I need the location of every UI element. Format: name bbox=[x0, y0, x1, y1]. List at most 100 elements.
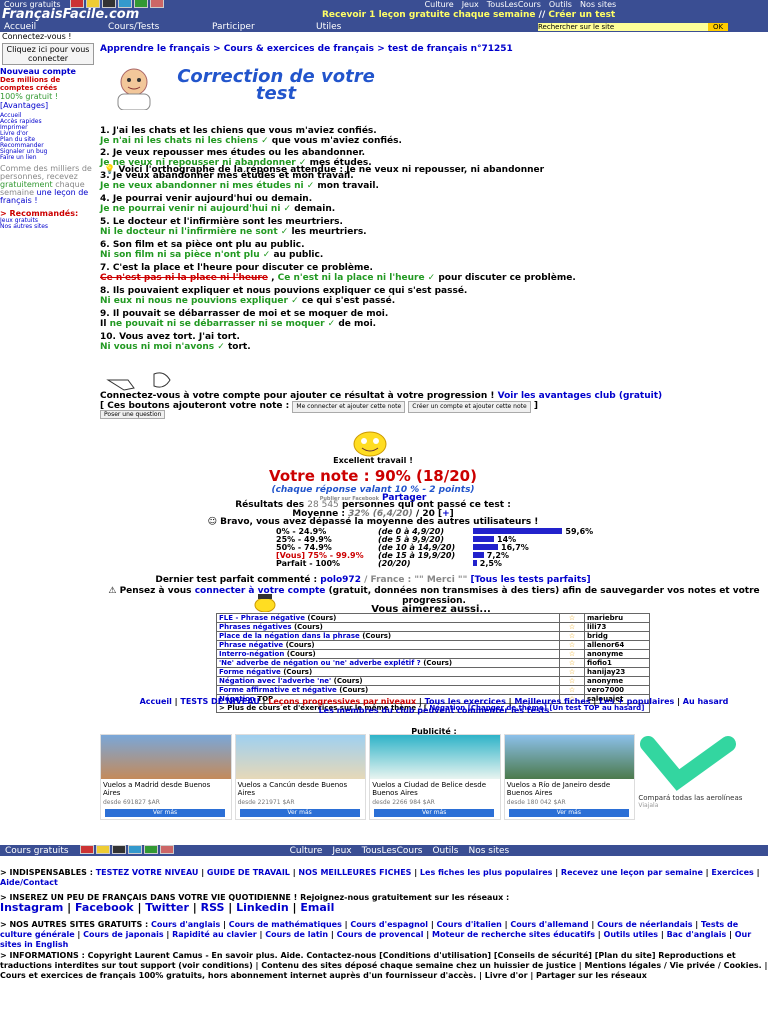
nav-outils[interactable]: Outils bbox=[549, 0, 572, 9]
nav-accueil[interactable]: Accueil bbox=[0, 22, 104, 32]
search-input[interactable]: Rechercher sur le site bbox=[538, 23, 728, 31]
footer-random-link[interactable]: Au hasard bbox=[683, 697, 729, 706]
also-title-link[interactable]: Forme négative bbox=[219, 669, 281, 676]
other-link[interactable]: Cours de japonais bbox=[83, 930, 163, 939]
also-title-link[interactable]: FLE - Phrase négative bbox=[219, 615, 305, 622]
nav-cours-tests[interactable]: Cours/Tests bbox=[104, 22, 208, 32]
social-link[interactable]: Instagram bbox=[0, 901, 63, 914]
indisp-link[interactable]: GUIDE DE TRAVAIL bbox=[207, 868, 290, 877]
indisp-link[interactable]: NOS MEILLEURES FICHES bbox=[298, 868, 411, 877]
indisp-link[interactable]: Recevez une leçon par semaine bbox=[561, 868, 703, 877]
bottom-culture[interactable]: Culture bbox=[290, 846, 323, 856]
flag-nl-icon[interactable] bbox=[159, 844, 174, 854]
other-link[interactable]: Cours de provencal bbox=[337, 930, 424, 939]
ad-cta-button[interactable]: Ver más bbox=[508, 809, 629, 817]
indisp-link[interactable]: Exercices bbox=[711, 868, 753, 877]
footer-progressive-link[interactable]: Leçons progressives par niveaux bbox=[268, 697, 416, 706]
all-perfect-tests-link[interactable]: [Tous les tests parfaits] bbox=[470, 575, 590, 585]
also-title-cell[interactable]: Forme affirmative et négative (Cours) bbox=[216, 685, 560, 695]
flag-fr-icon[interactable] bbox=[127, 844, 142, 854]
bottom-cours-gratuits[interactable]: Cours gratuits bbox=[5, 846, 69, 856]
also-title-cell[interactable]: 'Ne' adverbe de négation ou 'ne' adverbe… bbox=[216, 658, 560, 668]
footer-popular-link[interactable]: Les + populaires bbox=[599, 697, 674, 706]
other-link[interactable]: Cours de latin bbox=[265, 930, 328, 939]
bottom-outils[interactable]: Outils bbox=[432, 846, 458, 856]
ad-card[interactable]: Vuelos a Ciudad de Belice desde Buenos A… bbox=[369, 734, 501, 820]
also-title-link[interactable]: Interro-négation bbox=[219, 651, 284, 658]
other-link[interactable]: Cours d'italien bbox=[437, 920, 502, 929]
other-link[interactable]: Bac d'anglais bbox=[667, 930, 727, 939]
ad-cta-button[interactable]: Ver más bbox=[105, 809, 225, 817]
footer-level-tests-link[interactable]: TESTS DE NIVEAU bbox=[180, 697, 259, 706]
other-link[interactable]: Cours de mathématiques bbox=[229, 920, 342, 929]
ad-card[interactable]: Vuelos a Río de Janeiro desde Buenos Air… bbox=[503, 734, 636, 820]
social-link[interactable]: Linkedin bbox=[236, 901, 289, 914]
nav-culture[interactable]: Culture bbox=[425, 0, 454, 9]
social-link[interactable]: RSS bbox=[201, 901, 225, 914]
ad-card[interactable]: Vuelos a Cancún desde Buenos Aires desde… bbox=[234, 734, 367, 820]
also-row[interactable]: FLE - Phrase négative (Cours) ☆ mariebru bbox=[216, 613, 650, 623]
social-link[interactable]: Email bbox=[300, 901, 334, 914]
also-title-cell[interactable]: Phrase négative (Cours) bbox=[216, 640, 560, 650]
social-link[interactable]: Twitter bbox=[145, 901, 189, 914]
ad-cta-button[interactable]: Ver más bbox=[239, 809, 360, 817]
also-row[interactable]: Interro-négation (Cours) ☆ anonyme bbox=[216, 649, 650, 659]
indisp-link[interactable]: Les fiches les plus populaires bbox=[420, 868, 553, 877]
ad-cta-button[interactable]: Ver más bbox=[374, 809, 495, 817]
advantages-club-link[interactable]: Voir les avantages club (gratuit) bbox=[498, 391, 663, 401]
also-row[interactable]: Phrase négative (Cours) ☆ allenor64 bbox=[216, 640, 650, 650]
also-title-cell[interactable]: Interro-négation (Cours) bbox=[216, 649, 560, 659]
other-link[interactable]: Moteur de recherche sites éducatifs bbox=[432, 930, 595, 939]
also-row[interactable]: Forme affirmative et négative (Cours) ☆ ve… bbox=[216, 685, 650, 695]
new-account-link[interactable]: Nouveau compte bbox=[0, 67, 96, 76]
bottom-flags[interactable] bbox=[79, 844, 175, 857]
flag-it-icon[interactable] bbox=[143, 844, 158, 854]
nav-jeux[interactable]: Jeux bbox=[462, 0, 479, 9]
other-link[interactable]: Cours d'allemand bbox=[510, 920, 588, 929]
nav-tous-les-cours[interactable]: TousLesCours bbox=[487, 0, 541, 9]
also-title-cell[interactable]: Négation avec l'adverbe 'ne' (Cours) bbox=[216, 676, 560, 686]
indisp-link[interactable]: TESTEZ VOTRE NIVEAU bbox=[96, 868, 199, 877]
also-title-link[interactable]: Forme affirmative et négative bbox=[219, 687, 337, 694]
crumb-test[interactable]: test de français n°71251 bbox=[388, 44, 513, 54]
also-row[interactable]: Négation avec l'adverbe 'ne' (Cours) ☆ ano… bbox=[216, 676, 650, 686]
footer-members-link[interactable]: Les membres du club peuvent commenter le… bbox=[319, 706, 550, 715]
flag-nl-icon[interactable] bbox=[149, 0, 164, 8]
also-title-link[interactable]: 'Ne' adverbe de négation ou 'ne' adverbe… bbox=[219, 660, 421, 667]
ad-side[interactable]: Compará todas las aerolíneas Viajala bbox=[638, 734, 768, 820]
also-row[interactable]: 'Ne' adverbe de négation ou 'ne' adverbe… bbox=[216, 658, 650, 668]
also-row[interactable]: Phrases négatives (Cours) ☆ lili73 bbox=[216, 622, 650, 632]
nav-nos-sites[interactable]: Nos sites bbox=[580, 0, 616, 9]
footer-all-exercises-link[interactable]: Tous les exercices bbox=[425, 697, 506, 706]
create-test-link[interactable]: Créer un test bbox=[548, 10, 615, 20]
advantages-link[interactable]: [Avantages] bbox=[0, 101, 96, 110]
also-title-link[interactable]: Phrase négative bbox=[219, 642, 283, 649]
login-add-note-button[interactable]: Me connecter et ajouter cette note bbox=[292, 401, 406, 413]
also-title-cell[interactable]: Forme négative (Cours) bbox=[216, 667, 560, 677]
other-link[interactable]: Cours d'anglais bbox=[151, 920, 220, 929]
receive-lesson-link[interactable]: Recevoir 1 leçon gratuite chaque semaine bbox=[322, 10, 536, 20]
other-link[interactable]: Cours de néerlandais bbox=[597, 920, 692, 929]
also-row[interactable]: Forme négative (Cours) ☆ hanijay23 bbox=[216, 667, 650, 677]
also-title-cell[interactable]: Place de la négation dans la phrase (Cou… bbox=[216, 631, 560, 641]
ask-question-button[interactable]: Poser une question bbox=[100, 410, 166, 419]
bottom-sites[interactable]: Nos sites bbox=[468, 846, 509, 856]
sidebar-link[interactable]: Faire un lien bbox=[0, 155, 96, 161]
also-title-cell[interactable]: Phrases négatives (Cours) bbox=[216, 622, 560, 632]
other-link[interactable]: Cours d'espagnol bbox=[350, 920, 428, 929]
other-link[interactable]: Rapidité au clavier bbox=[172, 930, 257, 939]
crumb-home[interactable]: Apprendre le français bbox=[100, 44, 210, 54]
also-title-link[interactable]: Place de la négation dans la phrase bbox=[219, 633, 360, 640]
other-link[interactable]: Outils utiles bbox=[604, 930, 659, 939]
bottom-jeux[interactable]: Jeux bbox=[332, 846, 351, 856]
footer-home-link[interactable]: Accueil bbox=[140, 697, 172, 706]
nav-utiles[interactable]: Utiles bbox=[312, 22, 416, 32]
indisp-link[interactable]: Aide/Contact bbox=[0, 878, 58, 887]
perfect-user-link[interactable]: polo972 bbox=[320, 575, 361, 585]
create-account-add-note-button[interactable]: Créer un compte et ajouter cette note bbox=[408, 401, 531, 413]
flag-uk-icon[interactable] bbox=[79, 844, 94, 854]
flag-es-icon[interactable] bbox=[95, 844, 110, 854]
footer-best-link[interactable]: Meilleures fiches bbox=[514, 697, 590, 706]
search-ok-button[interactable]: OK bbox=[708, 23, 728, 31]
connect-button[interactable]: Cliquez ici pour vous connecter bbox=[2, 43, 94, 65]
